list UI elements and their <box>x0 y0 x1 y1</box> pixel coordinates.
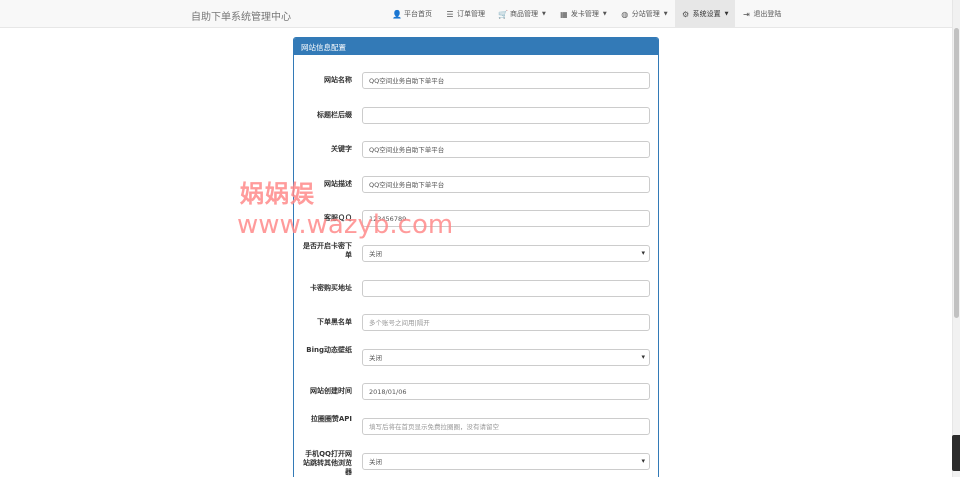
top-navbar: 自助下单系统管理中心 👤 平台首页 ☰ 订单管理 🛒 商品管理 ▼ ▦ 发卡管理 ▼ ◍ 分站管理 ▼ ⚙… <box>0 0 952 28</box>
field-label: 手机QQ打开网站跳转其他浏览器 <box>303 449 352 476</box>
panel-title: 网站信息配置 <box>294 38 658 55</box>
nav-item-label: 分站管理 <box>631 10 660 18</box>
field-label: 是否开启卡密下单 <box>303 242 352 259</box>
field-input[interactable]: 多个账号之间用|隔开 <box>362 314 650 332</box>
field-input[interactable] <box>362 106 650 124</box>
main-nav: 👤 平台首页 ☰ 订单管理 🛒 商品管理 ▼ ▦ 发卡管理 ▼ ◍ 分站管理 ▼ ⚙ 系统设置 ▼ ⇥ 退出登陆 <box>386 0 788 28</box>
nav-item-label: 系统设置 <box>692 10 721 18</box>
nav-settings[interactable]: ⚙ 系统设置 ▼ <box>674 0 736 28</box>
watermark-text: 娲娲娱 <box>240 180 315 208</box>
gear-icon: ⚙ <box>681 9 690 19</box>
watermark-url: www.wazyb.com <box>237 210 454 240</box>
field-input[interactable]: QQ空间业务自助下单平台 <box>362 141 650 159</box>
scrollbar-thumb[interactable] <box>954 28 959 318</box>
logout-icon: ⇥ <box>743 9 750 19</box>
nav-cards[interactable]: ▦ 发卡管理 ▼ <box>553 0 614 28</box>
grid-icon: ▦ <box>560 9 568 19</box>
nav-products[interactable]: 🛒 商品管理 ▼ <box>492 0 553 28</box>
field-label: 下单黑名单 <box>317 318 352 327</box>
globe-icon: ◍ <box>621 9 629 19</box>
list-icon: ☰ <box>446 9 454 19</box>
caret-down-icon: ▼ <box>663 11 668 17</box>
field-input[interactable]: 填写后将在首页显示免费拉圈圈，没有请留空 <box>362 418 650 435</box>
field-label: 网站名称 <box>324 76 352 84</box>
side-widget[interactable] <box>952 435 960 471</box>
caret-down-icon: ▼ <box>542 11 546 17</box>
nav-item-label: 发卡管理 <box>570 10 599 18</box>
nav-substations[interactable]: ◍ 分站管理 ▼ <box>614 0 675 28</box>
nav-item-label: 订单管理 <box>457 10 485 18</box>
field-label: 标题栏后缀 <box>317 110 352 119</box>
nav-item-label: 商品管理 <box>510 10 538 18</box>
page-scrollbar[interactable] <box>952 0 960 477</box>
field-label: 拉圈圈赞API <box>310 415 352 423</box>
field-label: 网站创建时间 <box>310 387 352 396</box>
field-label: 关键字 <box>331 145 352 154</box>
nav-orders[interactable]: ☰ 订单管理 <box>439 0 492 28</box>
field-label: Bing动态壁纸 <box>306 345 352 354</box>
field-input[interactable]: QQ空间业务自助下单平台 <box>362 175 650 193</box>
shopping-cart-icon: 🛒 <box>498 9 508 19</box>
brand-title[interactable]: 自助下单系统管理中心 <box>191 8 291 23</box>
nav-item-label: 退出登陆 <box>753 10 782 18</box>
field-input[interactable] <box>362 279 650 297</box>
field-select[interactable]: 关闭 <box>362 452 650 470</box>
nav-item-label: 平台首页 <box>404 10 432 18</box>
site-config-panel: 网站信息配置 网站名称 QQ空间业务自助下单平台 标题栏后缀 关键字 QQ空间业务自助下… <box>293 37 659 477</box>
field-input[interactable]: 2018/01/06 <box>362 383 650 401</box>
caret-down-icon: ▼ <box>602 11 607 17</box>
field-select[interactable]: 关闭 <box>362 348 650 366</box>
caret-down-icon: ▼ <box>724 11 729 17</box>
user-icon: 👤 <box>392 9 402 19</box>
field-input[interactable]: QQ空间业务自助下单平台 <box>362 72 650 89</box>
nav-home[interactable]: 👤 平台首页 <box>386 0 439 28</box>
nav-logout[interactable]: ⇥ 退出登陆 <box>735 0 788 28</box>
field-label: 卡密购买地址 <box>310 283 352 292</box>
field-select[interactable]: 关闭 <box>362 245 650 262</box>
